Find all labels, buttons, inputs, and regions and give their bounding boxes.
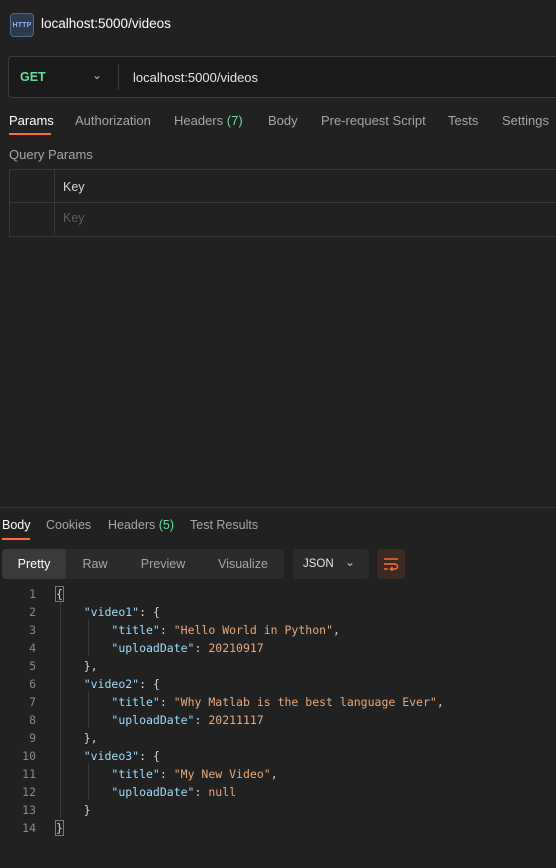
tab-label: Headers [174,113,224,128]
tab-label: Headers [108,518,156,532]
code-line: 2 "video1": { [0,603,556,621]
tab-label: Cookies [46,518,92,532]
response-tab-headers[interactable]: Headers (5) [108,518,174,532]
tab-headers[interactable]: Headers (7) [174,113,243,128]
json-value: Hello World in Python [180,623,327,637]
headers-count-badge: (7) [226,113,243,128]
tab-params[interactable]: Params [9,113,54,128]
line-number: 11 [22,767,36,781]
line-number: 5 [29,659,36,673]
code-line: 5 }, [0,657,556,675]
view-visualize-button[interactable]: Visualize [206,549,280,579]
wrap-lines-button[interactable] [377,549,405,579]
code-line: 4 "uploadDate": 20210917 [0,639,556,657]
method-select[interactable]: GET [20,70,46,84]
tab-pre-request-script[interactable]: Pre-request Script [321,113,426,128]
json-value: My New Video [180,767,264,781]
view-pretty-button[interactable]: Pretty [2,549,66,579]
chevron-down-icon[interactable]: ⌄ [345,555,355,569]
format-label: JSON [303,558,334,570]
url-input[interactable]: localhost:5000/videos [133,70,258,85]
line-number: 3 [29,623,36,637]
tab-label: Test Results [190,518,259,532]
tab-tests[interactable]: Tests [448,113,478,128]
wrap-lines-icon [384,558,399,571]
code-line: 12 "uploadDate": null [0,783,556,801]
line-number: 14 [22,821,36,835]
json-value: null [208,785,237,799]
tab-label: Pre-request Script [321,113,426,128]
json-value: Why Matlab is the best language Ever [180,695,430,709]
response-tab-body[interactable]: Body [2,518,31,532]
line-number: 7 [29,695,36,709]
url-divider [118,64,119,90]
line-number: 4 [29,641,36,655]
tab-body[interactable]: Body [268,113,298,128]
code-line: 1{ [0,585,556,603]
response-tab-cookies[interactable]: Cookies [46,518,91,532]
code-line: 7 "title": "Why Matlab is the best langu… [0,693,556,711]
query-params-label: Query Params [9,147,93,162]
json-value: 20210917 [208,641,264,655]
tab-label: Params [9,113,54,128]
tab-authorization[interactable]: Authorization [75,113,151,128]
code-line: 13 } [0,801,556,819]
line-number: 2 [29,605,36,619]
line-number: 6 [29,677,36,691]
code-line: 10 "video3": { [0,747,556,765]
line-number: 13 [22,803,36,817]
key-column-header: Key [63,180,85,194]
tab-label: Tests [448,113,479,128]
code-line: 11 "title": "My New Video", [0,765,556,783]
line-number: 10 [22,749,36,763]
request-title[interactable]: localhost:5000/videos [41,16,171,31]
line-number: 1 [29,587,36,601]
pane-divider[interactable] [0,507,556,508]
code-line: 3 "title": "Hello World in Python", [0,621,556,639]
tab-label: Settings [502,113,549,128]
chevron-down-icon[interactable]: ⌄ [92,68,102,82]
table-row-divider [9,202,556,203]
view-preview-button[interactable]: Preview [130,549,196,579]
code-line: 6 "video2": { [0,675,556,693]
key-input[interactable]: Key [63,211,85,225]
http-request-icon: HTTP [10,13,34,37]
params-table [9,169,556,237]
tab-label: Authorization [75,113,151,128]
code-line: 8 "uploadDate": 20211117 [0,711,556,729]
line-number: 9 [29,731,36,745]
active-tab-indicator [9,133,51,135]
tab-label: Body [268,113,298,128]
code-line: 9 }, [0,729,556,747]
table-column-divider [54,170,55,235]
line-number: 8 [29,713,36,727]
tab-label: Body [2,518,31,532]
json-value: 20211117 [208,713,264,727]
view-raw-button[interactable]: Raw [70,549,120,579]
url-bar [8,56,556,98]
tab-settings[interactable]: Settings [502,113,549,128]
line-number: 12 [22,785,36,799]
response-tab-test-results[interactable]: Test Results [190,518,258,532]
active-tab-indicator [2,538,30,540]
code-line: 14} [0,819,556,837]
headers-count-badge: (5) [158,518,175,532]
